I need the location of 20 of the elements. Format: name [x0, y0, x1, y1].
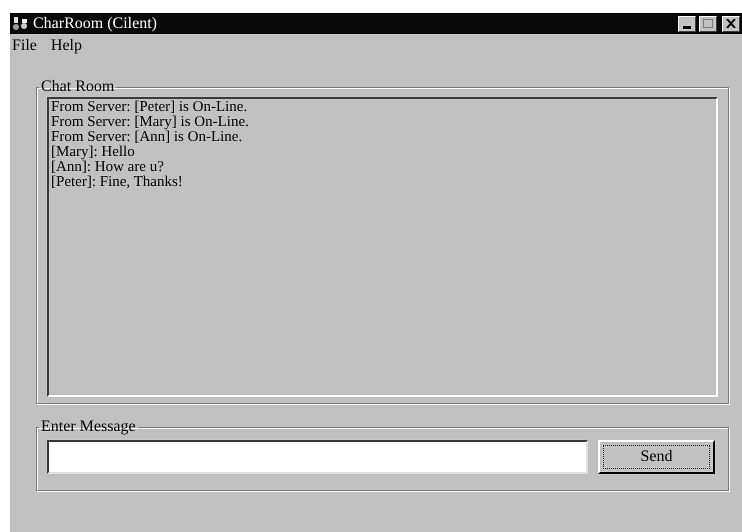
chat-message: From Server: [Ann] is On-Line.	[51, 130, 242, 145]
chat-message: [Mary]: Hello	[51, 145, 135, 160]
app-icon	[12, 16, 30, 32]
chat-message: [Ann]: How are u?	[51, 160, 164, 175]
close-button[interactable]	[722, 16, 740, 32]
send-button[interactable]: Send	[598, 440, 715, 474]
minimize-button[interactable]	[678, 16, 696, 32]
menu-item[interactable]: Help	[50, 34, 82, 58]
menu-item[interactable]: File	[12, 34, 37, 58]
maximize-button[interactable]	[699, 16, 717, 32]
message-field[interactable]	[47, 440, 588, 474]
minimize-icon	[683, 26, 691, 28]
maximize-icon	[703, 19, 713, 28]
chat-message: From Server: [Mary] is On-Line.	[51, 115, 249, 130]
group-label: Enter Message	[40, 419, 137, 435]
group-label: Chat Room	[40, 79, 116, 95]
x-icon	[726, 19, 736, 28]
chat-message: From Server: [Peter] is On-Line.	[51, 100, 248, 115]
chat-message: [Peter]: Fine, Thanks!	[51, 175, 183, 190]
window-title: CharRoom (Cilent)	[33, 16, 157, 32]
